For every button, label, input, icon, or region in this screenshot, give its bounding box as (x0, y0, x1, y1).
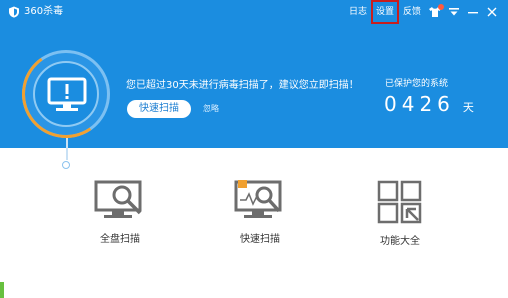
all-features-label: 功能大全 (380, 236, 420, 247)
quick-scan-icon (234, 180, 282, 218)
shield-logo-icon (8, 6, 20, 18)
notification-badge (438, 4, 444, 10)
quick-scan-label: 快速扫描 (240, 234, 280, 245)
protected-days-row: 0426 天 (384, 92, 474, 116)
all-features-icon (377, 180, 422, 224)
log-link[interactable]: 日志 (348, 4, 368, 20)
full-scan-icon (94, 180, 142, 218)
timeline-dot (62, 161, 70, 169)
protected-label: 已保护您的系统 (385, 79, 449, 89)
scan-warning: 您已超过30天未进行病毒扫描了，建议您立即扫描！ (126, 80, 359, 91)
timeline-line (66, 138, 68, 160)
settings-link[interactable]: 设置 (370, 0, 399, 24)
all-features-tool[interactable]: 功能大全 (355, 180, 445, 247)
main-header: 360杀毒 日志 设置 反馈 您已超过30天未进行病毒扫描了，建议您立即扫描！ … (0, 0, 508, 148)
title-bar: 360杀毒 日志 设置 反馈 (0, 0, 508, 24)
ignore-link[interactable]: 忽略 (203, 103, 219, 114)
quick-scan-tool[interactable]: 快速扫描 (215, 180, 305, 245)
top-nav: 日志 设置 反馈 (348, 0, 498, 24)
full-scan-label: 全盘扫描 (100, 234, 140, 245)
close-icon[interactable] (486, 4, 498, 20)
app-title: 360杀毒 (24, 6, 64, 17)
menu-icon[interactable] (448, 4, 460, 20)
days-unit: 天 (462, 101, 474, 114)
status-ring-accent (15, 43, 117, 145)
skin-shirt-icon[interactable] (429, 4, 444, 20)
minimize-icon[interactable] (467, 4, 479, 20)
full-scan-tool[interactable]: 全盘扫描 (75, 180, 165, 245)
protected-days-count: 0426 (384, 92, 455, 116)
left-edge-indicator (0, 282, 4, 298)
feedback-link[interactable]: 反馈 (402, 4, 422, 20)
quick-scan-button[interactable]: 快速扫描 (127, 100, 191, 118)
app-logo: 360杀毒 (8, 6, 63, 18)
